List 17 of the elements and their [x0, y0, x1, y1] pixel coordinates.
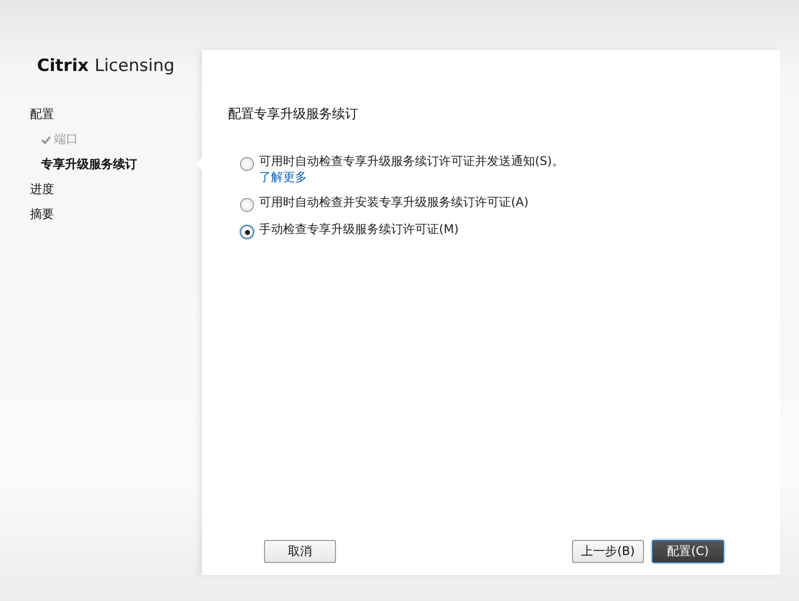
option-label: 可用时自动检查并安装专享升级服务续订许可证(A)	[259, 194, 529, 211]
radio-button[interactable]	[240, 225, 254, 239]
product-name: Licensing	[94, 56, 175, 76]
configure-button[interactable]: 配置(C)	[652, 540, 724, 563]
option-label: 手动检查专享升级服务续订许可证(M)	[259, 221, 459, 238]
learn-more-link[interactable]: 了解更多	[259, 170, 564, 185]
cancel-button[interactable]: 取消	[264, 540, 336, 563]
page-title: 配置专享升级服务续订	[228, 106, 359, 123]
brand-name: Citrix	[37, 56, 89, 76]
nav-item[interactable]: 专享升级服务续订	[41, 156, 137, 173]
radio-button[interactable]	[240, 198, 254, 212]
option-label: 可用时自动检查专享升级服务续订许可证并发送通知(S)。	[259, 153, 564, 170]
back-button[interactable]: 上一步(B)	[572, 540, 644, 563]
nav-item[interactable]: 摘要	[30, 206, 54, 223]
nav-item[interactable]: 配置	[30, 106, 54, 123]
radio-button[interactable]	[240, 157, 254, 171]
nav-item[interactable]: 进度	[30, 181, 54, 198]
